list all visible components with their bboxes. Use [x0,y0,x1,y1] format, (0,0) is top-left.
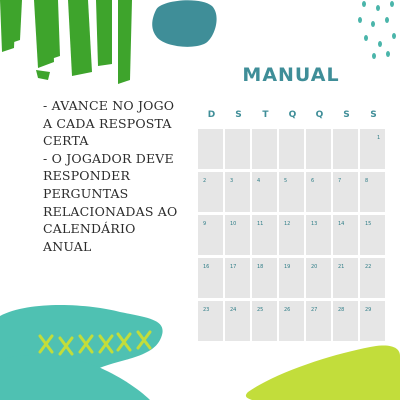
calendar-day-number: 28 [338,307,345,313]
rules-line: CALENDÁRIO [43,221,136,237]
calendar-day-cell: 3 [225,172,250,212]
calendar-day-cell: 17 [225,258,250,298]
rules-line: CERTA [43,133,89,149]
lime-blob [245,345,400,400]
weekday-label: T [262,110,269,120]
calendar-day-number: 11 [257,221,264,227]
calendar-day-number: 3 [230,178,234,184]
calendar-day-number: 29 [365,307,372,313]
calendar-day-cell: 20 [306,258,331,298]
calendar-day-cell: 21 [333,258,358,298]
calendar-day-cell: 24 [225,301,250,341]
weekday-label: Q [288,110,297,120]
calendar-day-cell [198,129,223,169]
calendar-day-number: 6 [311,178,315,184]
calendar-day-cell: 7 [333,172,358,212]
calendar-day-cell: 27 [306,301,331,341]
calendar-day-cell [306,129,331,169]
calendar-day-number: 1 [377,135,381,141]
rules-line: - O JOGADOR DEVE [43,150,174,166]
calendar-day-cell: 11 [252,215,277,255]
calendar-day-cell: 10 [225,215,250,255]
calendar-day-number: 8 [365,178,369,184]
calendar-day-cell [333,129,358,169]
calendar-day-cell: 29 [360,301,385,341]
weekday-label: S [370,110,377,120]
calendar-day-number: 17 [230,264,237,270]
calendar-day-number: 19 [284,264,291,270]
calendar-day-number: 26 [284,307,291,313]
calendar-day-cell: 25 [252,301,277,341]
calendar-day-cell: 15 [360,215,385,255]
green-brush-strokes [0,0,132,84]
calendar-day-number: 25 [257,307,264,313]
calendar-day-number: 21 [338,264,345,270]
weekday-label: Q [315,110,324,120]
calendar-day-cell: 8 [360,172,385,212]
calendar-grid: 1 2 3 4 5 6 7 8 9 10 11 12 13 14 15 16 17 18 19 20 21 22 23 24 2… [198,129,387,341]
calendar-day-cell: 4 [252,172,277,212]
weekday-label: S [235,110,242,120]
weekday-label: D [207,110,216,120]
calendar-day-cell: 1 [360,129,385,169]
calendar-day-cell: 18 [252,258,277,298]
calendar-day-cell: 12 [279,215,304,255]
calendar-day-number: 5 [284,178,288,184]
calendar-day-number: 12 [284,221,291,227]
calendar-day-number: 4 [257,178,261,184]
rules-text: - AVANCE NO JOGO A CADA RESPOSTA CERTA -… [43,97,193,255]
calendar-day-number: 24 [230,307,237,313]
calendar-day-number: 7 [338,178,342,184]
rules-line: PERGUNTAS [43,185,129,201]
calendar-day-cell: 19 [279,258,304,298]
calendar-day-cell [225,129,250,169]
calendar-day-cell: 16 [198,258,223,298]
calendar-day-cell: 6 [306,172,331,212]
calendar-day-cell [279,129,304,169]
calendar-day-number: 18 [257,264,264,270]
calendar-day-number: 15 [365,221,372,227]
calendar-day-cell [252,129,277,169]
rules-line: RESPONDER [43,168,131,184]
teal-dot-pattern [358,1,396,59]
calendar-day-cell: 14 [333,215,358,255]
calendar-day-cell: 5 [279,172,304,212]
calendar-day-cell: 22 [360,258,385,298]
rules-line: ANUAL [43,238,92,254]
calendar-day-number: 10 [230,221,237,227]
page-title: MANUAL [242,64,340,86]
calendar-day-number: 23 [203,307,210,313]
weekday-label: S [343,110,350,120]
calendar-day-number: 22 [365,264,372,270]
calendar-day-cell: 2 [198,172,223,212]
calendar-day-cell: 13 [306,215,331,255]
calendar-day-number: 16 [203,264,210,270]
calendar-day-cell: 9 [198,215,223,255]
calendar-day-number: 13 [311,221,318,227]
calendar-day-cell: 26 [279,301,304,341]
rules-line: RELACIONADAS AO [43,203,178,219]
calendar-day-cell: 23 [198,301,223,341]
calendar-day-number: 20 [311,264,318,270]
weekday-header: D S T Q Q S S [198,110,387,124]
teal-blob [152,0,217,47]
rules-line: A CADA RESPOSTA [43,115,172,131]
aqua-brush-stroke-lower [0,354,150,400]
calendar-day-number: 27 [311,307,318,313]
calendar-day-number: 14 [338,221,345,227]
calendar-day-cell: 28 [333,301,358,341]
calendar-day-number: 2 [203,178,207,184]
rules-line: - AVANCE NO JOGO [43,98,175,113]
calendar-day-number: 9 [203,221,207,227]
